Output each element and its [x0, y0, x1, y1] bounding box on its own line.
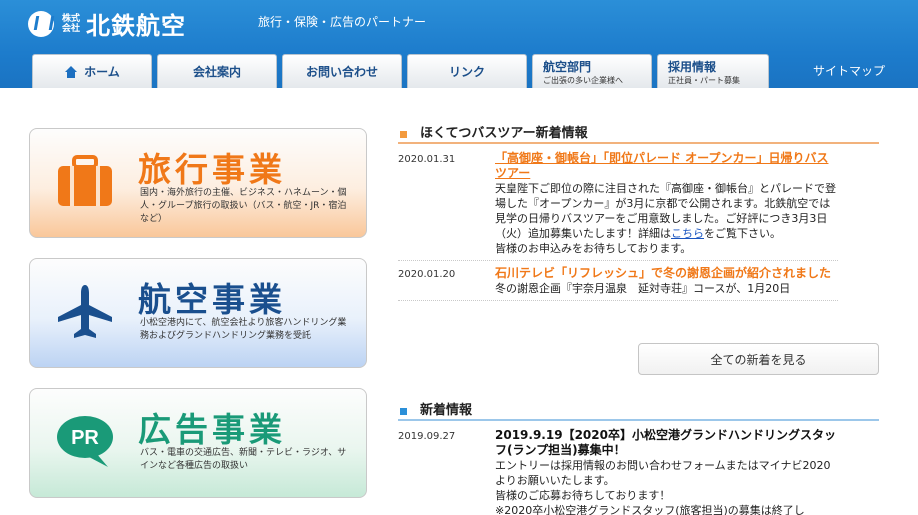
tab-recruit-label: 採用情報 [668, 59, 717, 74]
news-title-link[interactable]: 「高御座・御帳台」「即位パレード オープンカー」日帰りバスツアー [495, 151, 838, 181]
tab-aviation-label: 航空部門 [543, 59, 592, 74]
business-desc-advertising: バス・電車の交通広告、新聞・テレビ・ラジオ、サインなど各種広告の取扱い [140, 448, 347, 471]
list-item: 2019.09.27 2019.9.19【2020卒】小松空港グランドハンドリン… [398, 428, 838, 515]
news-heading: 新着情報 [398, 404, 879, 421]
airplane-icon [58, 285, 112, 338]
business-title-advertising: 広告事業 [138, 410, 286, 449]
tab-home[interactable]: ホーム [32, 54, 152, 88]
news-text: 皆様のご応募お待ちしております！ [495, 489, 671, 502]
business-title-travel: 旅行事業 [138, 150, 286, 189]
sitemap-link[interactable]: サイトマップ [813, 62, 885, 79]
tab-contact[interactable]: お問い合わせ [282, 54, 402, 88]
logo-mark-icon [28, 10, 54, 37]
news-text-after: をご覧下さい。 [704, 227, 781, 240]
tagline: 旅行・保険・広告のパートナー [258, 15, 427, 29]
tab-home-label: ホーム [84, 65, 120, 79]
tab-recruit-sub: 正社員・パート募集 [668, 75, 740, 85]
news-text: ※2020卒小松空港グランドスタッフ(旅客担当)の募集は終了し [495, 504, 805, 515]
bus-tour-heading: ほくてつバスツアー新着情報 [398, 127, 879, 144]
view-all-news-button[interactable]: 全ての新着を見る [638, 343, 879, 375]
bus-tour-list: 2020.01.31 「高御座・御帳台」「即位パレード オープンカー」日帰りバス… [398, 151, 838, 328]
news-text: 冬の謝恩企画『宇奈月温泉 延対寺荘』コースが、1月20日 [495, 282, 791, 295]
tab-company-label: 会社案内 [192, 65, 241, 79]
tab-links[interactable]: リンク [407, 54, 527, 88]
news-date: 2020.01.20 [398, 269, 456, 280]
tab-aviation-sub: ご出張の多い企業様へ [543, 75, 623, 85]
business-card-aviation[interactable]: 航空事業 小松空港内にて、航空会社より旅客ハンドリング業務およびグランドハンドリ… [29, 258, 367, 368]
business-desc-travel: 国内・海外旅行の主催、ビジネス・ハネムーン・個人・グループ旅行の取扱い（バス・航… [140, 188, 347, 224]
tab-company[interactable]: 会社案内 [157, 54, 277, 88]
list-item: 2020.01.31 「高御座・御帳台」「即位パレード オープンカー」日帰りバス… [398, 151, 838, 261]
news-list: 2019.09.27 2019.9.19【2020卒】小松空港グランドハンドリン… [398, 428, 838, 515]
detail-link[interactable]: こちら [671, 227, 704, 240]
pr-icon-text: PR [71, 427, 99, 449]
business-title-aviation: 航空事業 [138, 280, 286, 319]
business-card-travel[interactable]: 旅行事業 国内・海外旅行の主催、ビジネス・ハネムーン・個人・グループ旅行の取扱い… [29, 128, 367, 238]
tab-contact-label: お問い合わせ [305, 65, 378, 79]
news-text: エントリーは採用情報のお問い合わせフォームまたはマイナビ2020よりお願いいたし… [495, 459, 831, 487]
news-text-before: 天皇陛下ご即位の際に注目された『高御座・御帳台』とパレードで登場した『オープンカ… [495, 182, 836, 240]
pr-icon: PR [57, 416, 113, 467]
news-date: 2020.01.31 [398, 154, 456, 165]
business-card-advertising[interactable]: PR 広告事業 バス・電車の交通広告、新聞・テレビ・ラジオ、サインなど各種広告の… [29, 388, 367, 498]
tab-aviation[interactable]: 航空部門 ご出張の多い企業様へ [532, 54, 652, 88]
tab-links-label: リンク [448, 65, 485, 79]
site-header: 株式会社 北鉄航空 旅行・保険・広告のパートナー ホーム 会社案内 お問い合わせ… [0, 0, 918, 88]
site-logo[interactable]: 株式会社 北鉄航空 [28, 6, 186, 41]
logo-kabushiki: 株式会社 [62, 13, 81, 34]
news-title-link[interactable]: 石川テレビ「リフレッシュ」で冬の謝恩企画が紹介されました [495, 266, 838, 281]
business-desc-aviation: 小松空港内にて、航空会社より旅客ハンドリング業務およびグランドハンドリング業務を… [140, 318, 347, 341]
home-icon [64, 65, 78, 78]
tab-recruit[interactable]: 採用情報 正社員・パート募集 [657, 54, 769, 88]
news-title-link[interactable]: 2019.9.19【2020卒】小松空港グランドハンドリングスタッフ(ランプ担当… [495, 428, 838, 458]
news-date: 2019.09.27 [398, 431, 456, 442]
list-item: 2020.01.20 石川テレビ「リフレッシュ」で冬の謝恩企画が紹介されました … [398, 266, 838, 301]
logo-name: 北鉄航空 [86, 12, 186, 40]
global-nav: ホーム 会社案内 お問い合わせ リンク 航空部門 ご出張の多い企業様へ 採用情報… [32, 54, 769, 88]
news-text: 天皇陛下ご即位の際に注目された『高御座・御帳台』とパレードで登場した『オープンカ… [495, 181, 838, 241]
news-text: 皆様のお申込みをお待ちしております。 [495, 242, 692, 255]
suitcase-icon [58, 155, 112, 206]
